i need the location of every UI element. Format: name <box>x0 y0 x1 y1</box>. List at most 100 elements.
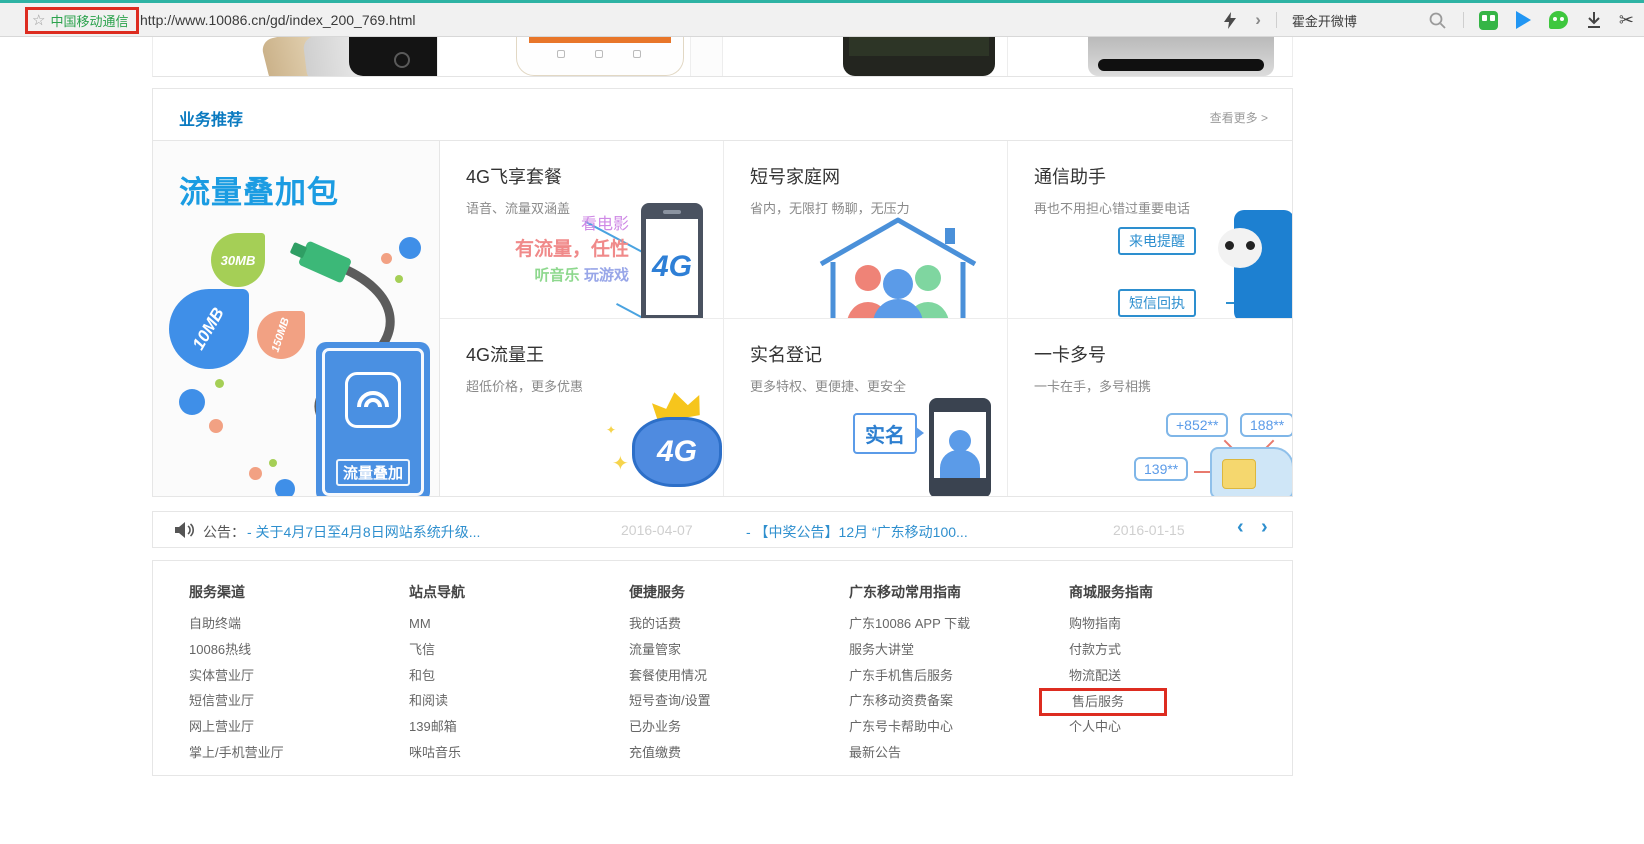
dot <box>209 419 223 433</box>
footer-heading: 站点导航 <box>409 584 465 600</box>
service-grid: 4G飞享套餐 语音、流量双涵盖 4G 看电影 有流量，任性 听音乐 玩游戏 短号… <box>440 141 1292 496</box>
footer-link[interactable]: 短号查询/设置 <box>629 688 711 714</box>
footer-link[interactable]: 套餐使用情况 <box>629 663 711 689</box>
footer-column-mall-guide: 商城服务指南 购物指南 付款方式 物流配送 售后服务 个人中心 <box>1039 581 1168 740</box>
star-icon[interactable]: ☆ <box>32 13 45 28</box>
white-box-image <box>690 37 722 76</box>
art-music-text: 听音乐 <box>534 266 580 284</box>
service-subtitle: 一卡在手，多号相携 <box>1034 378 1152 394</box>
service-cell-comm-assistant[interactable]: 通信助手 再也不用担心错过重要电话 来电提醒 短信回执 <box>1008 141 1292 319</box>
dot <box>399 237 421 259</box>
announcement-date-2: 2016-01-15 <box>1113 522 1185 538</box>
footer-link[interactable]: 广东号卡帮助中心 <box>849 714 970 740</box>
search-hotword[interactable]: 霍金开微博 <box>1292 11 1357 30</box>
service-title: 实名登记 <box>750 344 822 365</box>
footer-heading: 服务渠道 <box>189 584 245 600</box>
announcement-date-1: 2016-04-07 <box>621 522 693 538</box>
dot <box>381 253 392 264</box>
footer-link[interactable]: 掌上/手机营业厅 <box>189 740 284 766</box>
service-title: 一卡多号 <box>1034 344 1106 365</box>
footer-links-section: 服务渠道 自助终端 10086热线 实体营业厅 短信营业厅 网上营业厅 掌上/手… <box>152 560 1293 776</box>
service-cell-multi-number[interactable]: 一卡多号 一卡在手，多号相携 +852** 188** 139** <box>1008 318 1292 496</box>
number-tag-852: +852** <box>1166 412 1229 437</box>
service-cell-real-name[interactable]: 实名登记 更多特权、更便捷、更安全 实名 <box>724 318 1008 496</box>
house-family-graphic <box>819 217 977 318</box>
view-more-link[interactable]: 查看更多 > <box>1210 109 1268 126</box>
dot <box>275 479 295 496</box>
prev-announcement-button[interactable]: ‹ <box>1237 516 1244 539</box>
bookmark-highlight-box[interactable]: ☆ 中国移动通信 <box>25 7 140 34</box>
dot <box>179 389 205 415</box>
lightning-icon[interactable] <box>1220 10 1240 30</box>
service-cell-4g-plan[interactable]: 4G飞享套餐 语音、流量双涵盖 4G 看电影 有流量，任性 听音乐 玩游戏 <box>440 141 724 319</box>
footer-link[interactable]: 物流配送 <box>1069 663 1167 689</box>
promo-panel-data-addon[interactable]: 流量叠加包 30MB 10MB 150MB 流量叠加 <box>153 141 440 496</box>
footer-link[interactable]: 已办业务 <box>629 714 711 740</box>
footer-heading: 商城服务指南 <box>1069 584 1153 600</box>
footer-link[interactable]: 最新公告 <box>849 740 970 766</box>
download-icon[interactable] <box>1584 10 1604 30</box>
footer-column-service-channels: 服务渠道 自助终端 10086热线 实体营业厅 短信营业厅 网上营业厅 掌上/手… <box>189 581 284 766</box>
footer-link[interactable]: 飞信 <box>409 637 465 663</box>
phone-image-4[interactable] <box>1008 37 1292 76</box>
phone-4g-graphic: 4G <box>641 203 703 318</box>
badge-4g: 4G <box>632 416 722 487</box>
footer-link[interactable]: 10086热线 <box>189 637 284 663</box>
footer-link[interactable]: 自助终端 <box>189 611 284 637</box>
bookmark-label[interactable]: 中国移动通信 <box>50 11 128 30</box>
service-title: 4G飞享套餐 <box>466 167 563 187</box>
footer-link[interactable]: 我的话费 <box>629 611 711 637</box>
art-game-text: 玩游戏 <box>583 266 629 284</box>
footer-link[interactable]: 个人中心 <box>1069 714 1167 740</box>
footer-link[interactable]: 实体营业厅 <box>189 663 284 689</box>
footer-link[interactable]: 139邮箱 <box>409 714 465 740</box>
sparkle-icon: ✦ <box>606 422 617 437</box>
footer-link[interactable]: 和阅读 <box>409 688 465 714</box>
browser-toolbar: ☆ 中国移动通信 http://www.10086.cn/gd/index_20… <box>0 0 1644 37</box>
service-cell-4g-data-king[interactable]: 4G流量王 超低价格，更多优惠 4G ✦ ✦ <box>440 318 724 496</box>
play-app-icon[interactable] <box>1514 10 1534 30</box>
green-app-icon[interactable] <box>1479 10 1499 30</box>
number-tag-139: 139** <box>1134 456 1189 481</box>
footer-link[interactable]: 广东10086 APP 下载 <box>849 611 970 637</box>
address-bar-url[interactable]: http://www.10086.cn/gd/index_200_769.htm… <box>140 12 416 28</box>
announcement-link-2[interactable]: - 【中奖公告】12月 “广东移动100... <box>746 522 968 542</box>
expand-chevron-icon[interactable]: › <box>1255 10 1261 30</box>
real-name-phone-graphic <box>929 398 991 496</box>
drop-10mb: 10MB <box>169 289 249 369</box>
toolbar-divider <box>1275 12 1277 28</box>
tag-sms-receipt: 短信回执 <box>1118 289 1196 317</box>
footer-link[interactable]: 服务大讲堂 <box>849 637 970 663</box>
next-announcement-button[interactable]: › <box>1261 516 1268 539</box>
card-label: 流量叠加 <box>335 459 411 486</box>
footer-link[interactable]: 购物指南 <box>1069 611 1167 637</box>
service-subtitle: 更多特权、更便捷、更安全 <box>750 378 907 394</box>
product-carousel-strip <box>152 37 1293 77</box>
footer-link[interactable]: MM <box>409 611 465 637</box>
announcement-label: 公告： <box>203 524 245 540</box>
footer-link[interactable]: 付款方式 <box>1069 637 1167 663</box>
footer-link[interactable]: 咪咕音乐 <box>409 740 465 766</box>
footer-link[interactable]: 充值缴费 <box>629 740 711 766</box>
drop-30mb: 30MB <box>211 233 265 287</box>
footer-link[interactable]: 广东手机售后服务 <box>849 663 970 689</box>
footer-link[interactable]: 网上营业厅 <box>189 714 284 740</box>
search-icon[interactable] <box>1428 10 1448 30</box>
dot <box>395 275 403 283</box>
tag-call-reminder: 来电提醒 <box>1118 227 1196 255</box>
footer-link[interactable]: 流量管家 <box>629 637 711 663</box>
service-cell-family-net[interactable]: 短号家庭网 省内，无限打 畅聊，无压力 <box>724 141 1008 319</box>
announcement-link-1[interactable]: - 关于4月7日至4月8日网站系统升级... <box>247 522 480 542</box>
service-title: 4G流量王 <box>466 344 545 365</box>
footer-link[interactable]: 和包 <box>409 663 465 689</box>
screenshot-scissors-icon[interactable]: ✂ <box>1619 10 1634 31</box>
footer-link-after-sales-highlighted[interactable]: 售后服务 <box>1039 688 1168 717</box>
phone-image-2[interactable] <box>438 37 723 76</box>
footer-link[interactable]: 广东移动资费备案 <box>849 688 970 714</box>
footer-column-quick-services: 便捷服务 我的话费 流量管家 套餐使用情况 短号查询/设置 已办业务 充值缴费 <box>629 581 711 766</box>
drop-150mb: 150MB <box>257 311 305 359</box>
phone-image-3[interactable] <box>723 37 1008 76</box>
chat-bubble-icon[interactable] <box>1549 10 1569 30</box>
phone-image-1[interactable] <box>153 37 438 76</box>
footer-link[interactable]: 短信营业厅 <box>189 688 284 714</box>
